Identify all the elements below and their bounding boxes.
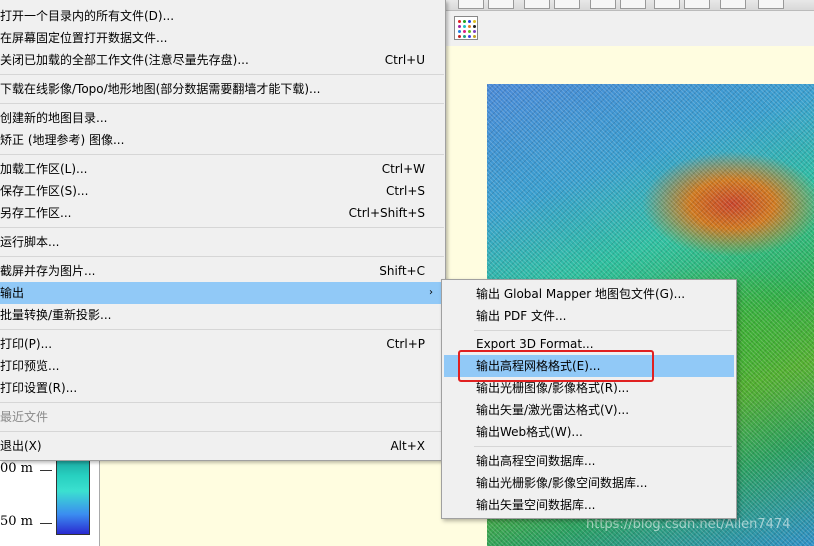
menu-separator — [474, 446, 732, 447]
chevron-right-icon: › — [429, 287, 433, 298]
menu-separator — [0, 227, 444, 228]
menu-item-print[interactable]: 打印(P)... Ctrl+P — [0, 333, 444, 355]
menu-separator — [0, 74, 444, 75]
toolbar-button[interactable] — [620, 0, 646, 9]
toolbar-button[interactable] — [654, 0, 680, 9]
submenu-item-pdf[interactable]: 输出 PDF 文件... — [444, 305, 734, 327]
menu-separator — [0, 103, 444, 104]
submenu-item-raster-db[interactable]: 输出光栅影像/影像空间数据库... — [444, 472, 734, 494]
elevation-legend-bar — [56, 455, 90, 535]
menu-separator — [0, 402, 444, 403]
menu-item-download-online[interactable]: 下载在线影像/Topo/地形地图(部分数据需要翻墙才能下载)... — [0, 78, 444, 100]
menu-item-run-script[interactable]: 运行脚本... — [0, 231, 444, 253]
submenu-item-elevation-db[interactable]: 输出高程空间数据库... — [444, 450, 734, 472]
legend-tick — [40, 470, 52, 471]
toolbar-button[interactable] — [458, 0, 484, 9]
menu-item-print-preview[interactable]: 打印预览... — [0, 355, 444, 377]
menu-separator — [474, 330, 732, 331]
menu-item-open-fixed-position[interactable]: 在屏幕固定位置打开数据文件... — [0, 27, 444, 49]
menu-item-exit[interactable]: 退出(X) Alt+X — [0, 435, 444, 457]
toolbar-button[interactable] — [758, 0, 784, 9]
submenu-item-gm-package[interactable]: 输出 Global Mapper 地图包文件(G)... — [444, 283, 734, 305]
palette-icon[interactable] — [454, 16, 478, 40]
toolbar-button[interactable] — [524, 0, 550, 9]
menu-separator — [0, 256, 444, 257]
menu-item-load-workspace[interactable]: 加载工作区(L)... Ctrl+W — [0, 158, 444, 180]
submenu-item-vector-lidar[interactable]: 输出矢量/激光雷达格式(V)... — [444, 399, 734, 421]
toolbar-button[interactable] — [554, 0, 580, 9]
toolbar-button[interactable] — [590, 0, 616, 9]
toolbar-button[interactable] — [720, 0, 746, 9]
menu-item-open-directory[interactable]: 打开一个目录内的所有文件(D)... — [0, 5, 444, 27]
file-menu: 打开一个目录内的所有文件(D)... 在屏幕固定位置打开数据文件... 关闭已加… — [0, 0, 446, 461]
menu-item-create-catalog[interactable]: 创建新的地图目录... — [0, 107, 444, 129]
watermark: https://blog.csdn.net/Allen7474 — [586, 517, 791, 532]
menu-separator — [0, 154, 444, 155]
submenu-item-vector-db[interactable]: 输出矢量空间数据库... — [444, 494, 734, 516]
menu-item-print-setup[interactable]: 打印设置(R)... — [0, 377, 444, 399]
export-submenu: 输出 Global Mapper 地图包文件(G)... 输出 PDF 文件..… — [441, 279, 737, 519]
toolbar-button[interactable] — [684, 0, 710, 9]
menu-item-export[interactable]: 输出 › — [0, 282, 444, 304]
legend-tick — [40, 523, 52, 524]
menu-separator — [0, 329, 444, 330]
legend-label-bottom: 50 m — [0, 514, 34, 529]
menu-item-recent-files: 最近文件 — [0, 410, 49, 424]
menu-separator — [0, 431, 444, 432]
menu-item-close-all[interactable]: 关闭已加载的全部工作文件(注意尽量先存盘)... Ctrl+U — [0, 49, 444, 71]
menu-item-save-workspace[interactable]: 保存工作区(S)... Ctrl+S — [0, 180, 444, 202]
legend-label-top: 00 m — [0, 461, 34, 476]
toolbar-button[interactable] — [488, 0, 514, 9]
menu-item-batch-convert[interactable]: 批量转换/重新投影... — [0, 304, 444, 326]
annotation-highlight-box — [458, 350, 654, 382]
map-toolbar — [440, 0, 814, 47]
toolbar-strip — [440, 0, 814, 11]
menu-item-rectify-image[interactable]: 矫正 (地理参考) 图像... — [0, 129, 444, 151]
menu-item-screenshot[interactable]: 截屏并存为图片... Shift+C — [0, 260, 444, 282]
menu-item-save-workspace-as[interactable]: 另存工作区... Ctrl+Shift+S — [0, 202, 444, 224]
submenu-item-web[interactable]: 输出Web格式(W)... — [444, 421, 734, 443]
